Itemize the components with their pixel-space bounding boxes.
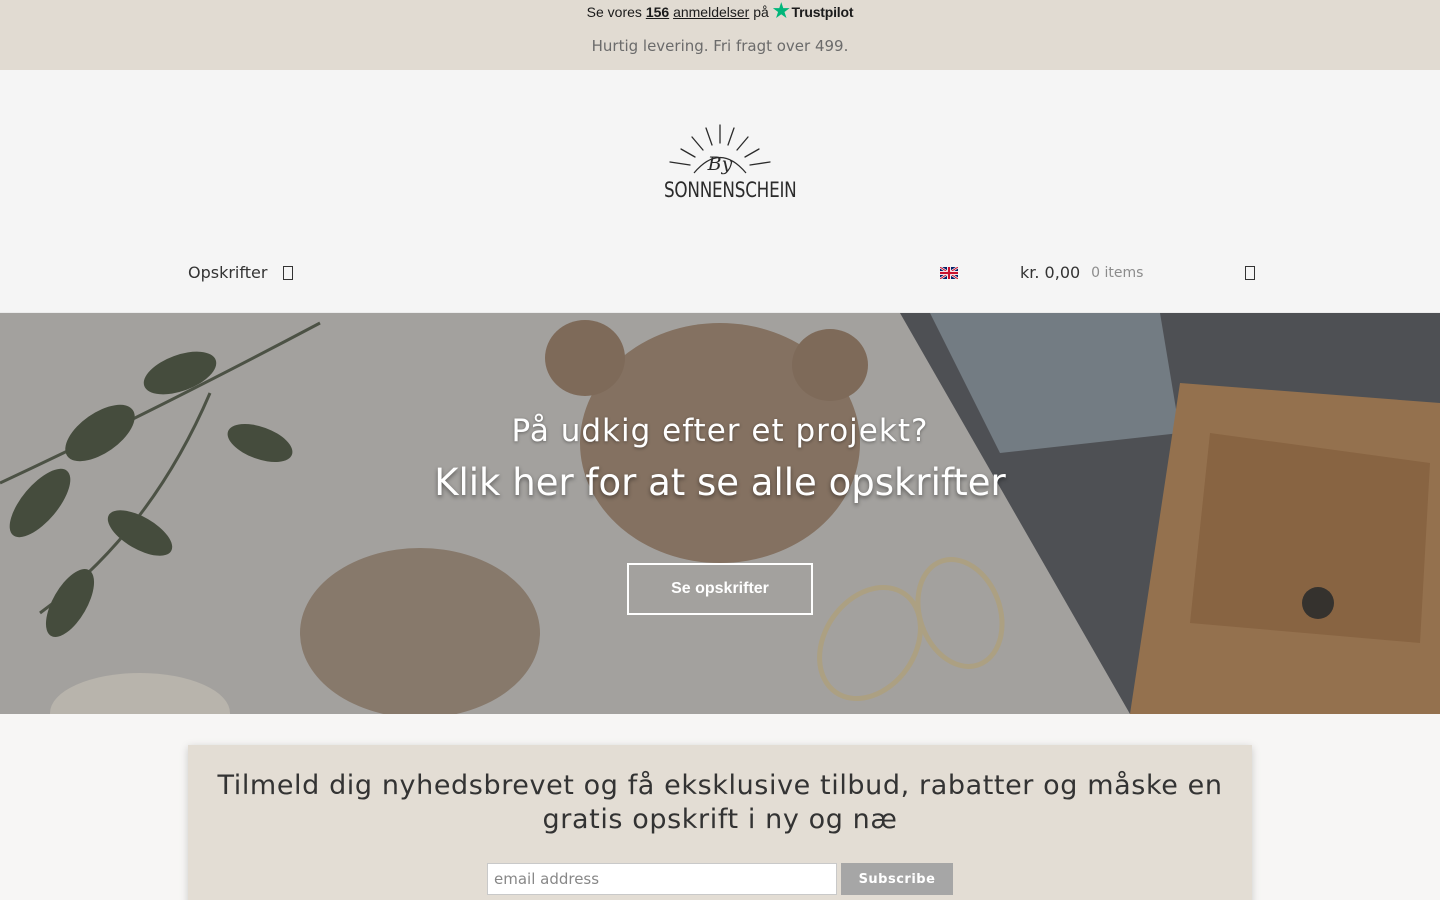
see-recipes-button[interactable]: Se opskrifter	[627, 563, 813, 615]
cart-item-count: 0 items	[1091, 264, 1144, 281]
shipping-notice: Hurtig levering. Fri fragt over 499.	[591, 37, 849, 55]
cart-summary[interactable]: kr. 0,00 0 items	[1020, 263, 1255, 282]
logo-wordmark: SONNENSCHEIN	[664, 178, 797, 202]
logo-script-text: By	[707, 153, 733, 175]
trustpilot-logo[interactable]: ★ Trustpilot	[773, 2, 854, 22]
newsletter-section: Tilmeld dig nyhedsbrevet og få eksklusiv…	[0, 714, 1440, 900]
trustpilot-star-icon: ★	[772, 1, 790, 22]
hero-title[interactable]: Klik her for at se alle opskrifter	[0, 461, 1440, 504]
reviews-link[interactable]: anmeldelser	[673, 4, 749, 20]
shopping-bag-icon[interactable]	[1245, 265, 1255, 280]
site-logo[interactable]: By SONNENSCHEIN	[650, 120, 797, 210]
announcement-bar: Se vores 156 anmeldelser på ★ Trustpilot…	[0, 0, 1440, 70]
hero-subtitle: På udkig efter et projekt?	[511, 413, 929, 449]
chevron-down-icon	[283, 265, 294, 280]
sun-logo-icon: By	[669, 124, 771, 175]
subscribe-button[interactable]: Subscribe	[841, 863, 953, 895]
cart-total: kr. 0,00	[1020, 263, 1081, 282]
uk-flag-icon[interactable]	[940, 267, 958, 279]
hero-banner[interactable]: På udkig efter et projekt? Klik her for …	[0, 313, 1440, 714]
trust-prefix: Se vores	[586, 4, 642, 20]
nav-item-opskrifter[interactable]: Opskrifter	[188, 263, 294, 282]
newsletter-title: Tilmeld dig nyhedsbrevet og få eksklusiv…	[217, 770, 1223, 835]
hero-overlay	[0, 313, 1440, 714]
trustpilot-review-line[interactable]: Se vores 156 anmeldelser på ★ Trustpilot	[0, 2, 1440, 22]
trustpilot-wordmark: Trustpilot	[791, 4, 854, 20]
trust-suffix: på	[753, 4, 769, 20]
newsletter-box: Tilmeld dig nyhedsbrevet og få eksklusiv…	[188, 745, 1252, 900]
site-header: By SONNENSCHEIN Opskrifter kr. 0,00 0 it…	[0, 70, 1440, 313]
review-count-link[interactable]: 156	[646, 4, 669, 20]
nav-item-label: Opskrifter	[188, 263, 268, 282]
email-field[interactable]	[487, 863, 837, 895]
